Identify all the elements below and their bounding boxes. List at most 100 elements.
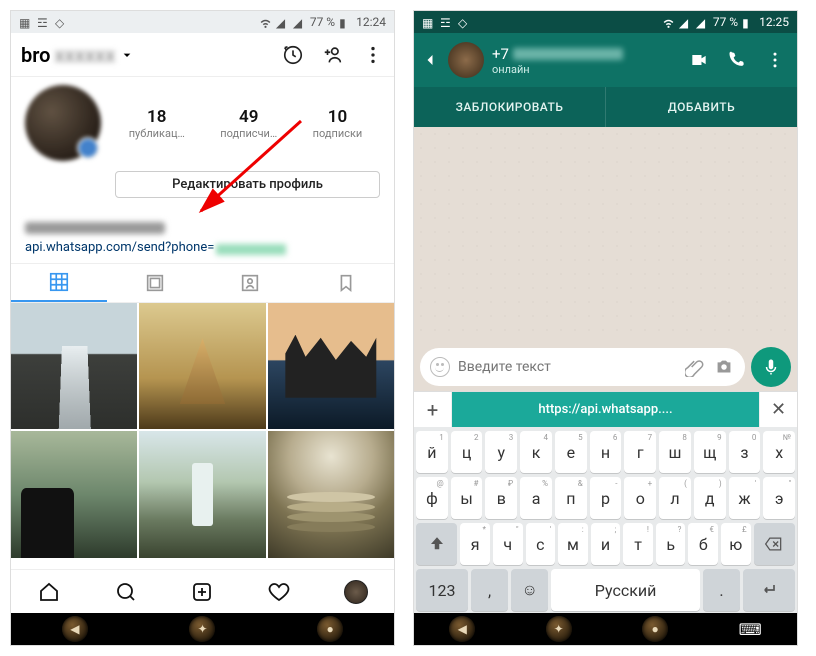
- post-thumbnail[interactable]: [268, 303, 394, 429]
- add-contact-button[interactable]: ДОБАВИТЬ: [606, 87, 797, 127]
- key-я[interactable]: я*: [460, 523, 490, 565]
- url-suggestion[interactable]: https://api.whatsapp....: [452, 392, 759, 427]
- saved-tab[interactable]: [298, 264, 394, 302]
- notif-icon: ▦: [19, 16, 32, 29]
- key-р[interactable]: р-: [590, 477, 622, 519]
- username-dropdown[interactable]: broxxxxxx: [21, 43, 135, 67]
- post-thumbnail[interactable]: [11, 303, 137, 429]
- signal-icon: ◢: [276, 16, 289, 29]
- heart-icon[interactable]: [267, 580, 291, 604]
- key-с[interactable]: с': [526, 523, 556, 565]
- key-ь[interactable]: ь?: [656, 523, 686, 565]
- edit-profile-button[interactable]: Редактировать профиль: [115, 171, 380, 198]
- video-call-icon[interactable]: [689, 50, 709, 70]
- key-м[interactable]: м:: [558, 523, 588, 565]
- key-к[interactable]: к4: [520, 431, 552, 473]
- key-б[interactable]: б€: [688, 523, 718, 565]
- key-л[interactable]: л(: [659, 477, 691, 519]
- recent-button[interactable]: ●: [317, 616, 343, 642]
- bottom-nav: [11, 569, 394, 613]
- action-bar: ЗАБЛОКИРОВАТЬ ДОБАВИТЬ: [414, 87, 797, 127]
- key-у[interactable]: у3: [485, 431, 517, 473]
- key-н[interactable]: н6: [590, 431, 622, 473]
- grid-tab[interactable]: [11, 264, 107, 302]
- key-ц[interactable]: ц2: [451, 431, 483, 473]
- message-text-field[interactable]: [458, 359, 677, 375]
- post-thumbnail[interactable]: [11, 431, 137, 557]
- post-thumbnail[interactable]: [139, 303, 265, 429]
- post-thumbnail[interactable]: [268, 431, 394, 557]
- key-э[interactable]: э": [763, 477, 795, 519]
- key-ч[interactable]: ч": [493, 523, 523, 565]
- home-button[interactable]: ✦: [546, 616, 572, 642]
- key-г[interactable]: г7: [624, 431, 656, 473]
- key-ю[interactable]: ю£: [721, 523, 751, 565]
- menu-dots-icon[interactable]: [765, 50, 785, 70]
- key-123[interactable]: 123: [416, 569, 468, 611]
- add-user-icon[interactable]: [322, 44, 344, 66]
- display-name: [11, 198, 394, 238]
- home-button[interactable]: ✦: [189, 616, 215, 642]
- camera-icon[interactable]: [713, 356, 735, 378]
- posts-stat[interactable]: 18 публикац…: [129, 107, 185, 140]
- key-в[interactable]: в₽: [485, 477, 517, 519]
- mic-button[interactable]: [751, 347, 791, 387]
- tagged-tab[interactable]: [203, 264, 299, 302]
- back-button[interactable]: ◀: [449, 616, 475, 642]
- keyboard: й1ц2у3к4е5н6г7ш8щ9з0х№ ф@ы#в₽а%п&р-о+л(д…: [414, 427, 797, 613]
- archive-icon[interactable]: [282, 44, 304, 66]
- chat-area[interactable]: [414, 127, 797, 343]
- key-е[interactable]: е5: [555, 431, 587, 473]
- profile-header: broxxxxxx: [11, 33, 394, 77]
- key-щ[interactable]: щ9: [694, 431, 726, 473]
- chart-icon: ☲: [37, 16, 50, 29]
- phone-call-icon[interactable]: [727, 50, 747, 70]
- recent-button[interactable]: ●: [642, 616, 668, 642]
- key-ы[interactable]: ы#: [451, 477, 483, 519]
- shift-key[interactable]: [416, 523, 457, 565]
- enter-key[interactable]: [743, 569, 795, 611]
- signal-icon-2: ◢: [696, 16, 709, 29]
- profile-icon[interactable]: [344, 580, 368, 604]
- key-и[interactable]: и;: [591, 523, 621, 565]
- attach-icon[interactable]: [685, 357, 705, 377]
- feed-tab[interactable]: [107, 264, 203, 302]
- backspace-key[interactable]: [754, 523, 795, 565]
- keyboard-collapse-icon[interactable]: ⌨: [739, 616, 762, 642]
- close-suggestions[interactable]: ✕: [759, 392, 797, 427]
- expand-suggestions[interactable]: +: [414, 392, 452, 427]
- back-icon[interactable]: [420, 50, 440, 70]
- key-п[interactable]: п&: [555, 477, 587, 519]
- space-key[interactable]: Русский: [551, 569, 700, 611]
- menu-dots-icon[interactable]: [362, 44, 384, 66]
- battery-icon: ▮: [742, 16, 755, 29]
- home-icon[interactable]: [37, 580, 61, 604]
- key-д[interactable]: д): [694, 477, 726, 519]
- key-а[interactable]: а%: [520, 477, 552, 519]
- key-,[interactable]: ,: [471, 569, 508, 611]
- message-input[interactable]: [420, 348, 745, 386]
- key-х[interactable]: х№: [763, 431, 795, 473]
- followers-stat[interactable]: 49 подписчи…: [220, 107, 277, 140]
- key-ф[interactable]: ф@: [416, 477, 448, 519]
- following-stat[interactable]: 10 подписки: [313, 107, 363, 140]
- post-thumbnail[interactable]: [139, 431, 265, 557]
- emoji-icon[interactable]: [430, 357, 450, 377]
- key-ш[interactable]: ш8: [659, 431, 691, 473]
- add-post-icon[interactable]: [190, 580, 214, 604]
- contact-info[interactable]: +7 онлайн: [492, 45, 681, 76]
- key-й[interactable]: й1: [416, 431, 448, 473]
- battery-icon: ▮: [339, 16, 352, 29]
- key-з[interactable]: з0: [729, 431, 761, 473]
- key-т[interactable]: т!: [623, 523, 653, 565]
- key-.[interactable]: .: [703, 569, 740, 611]
- emoji-key[interactable]: ☺: [511, 569, 548, 611]
- key-о[interactable]: о+: [624, 477, 656, 519]
- key-ж[interactable]: ж': [729, 477, 761, 519]
- bio-link[interactable]: api.whatsapp.com/send?phone=: [11, 238, 394, 263]
- back-button[interactable]: ◀: [62, 616, 88, 642]
- block-button[interactable]: ЗАБЛОКИРОВАТЬ: [414, 87, 606, 127]
- search-icon[interactable]: [114, 580, 138, 604]
- avatar[interactable]: [25, 85, 101, 161]
- contact-avatar[interactable]: [448, 42, 484, 78]
